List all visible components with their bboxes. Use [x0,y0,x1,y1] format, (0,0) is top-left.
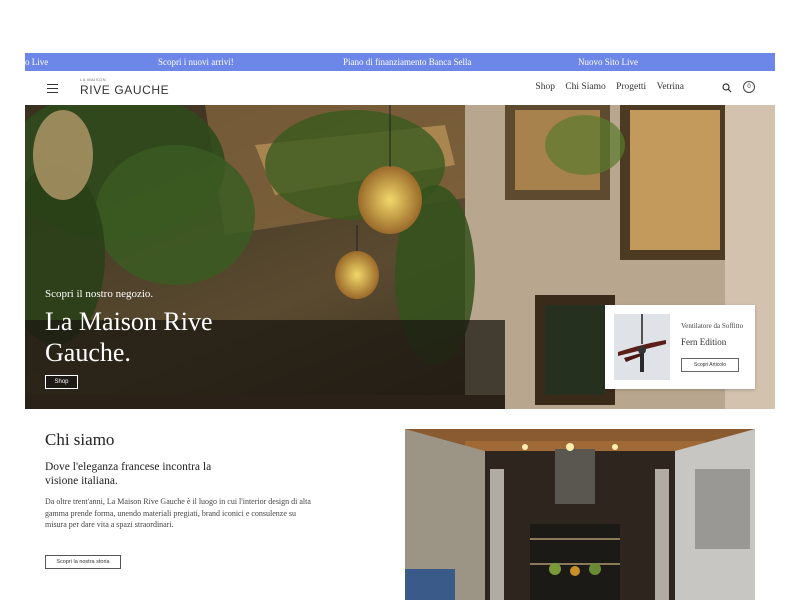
product-card[interactable]: Ventilatore da Soffitto Fern Edition Sco… [605,305,755,389]
main-nav: Shop Chi Siamo Progetti Vetrina [527,82,684,92]
nav-item-shop[interactable]: Shop [535,82,555,92]
announcement-bar: o Live Scopri i nuovi arrivi! Piano di f… [25,53,775,71]
nav-item-progetti[interactable]: Progetti [616,82,646,92]
nav-item-vetrina[interactable]: Vetrina [657,82,684,92]
ceiling-fan-icon [614,314,670,380]
search-icon[interactable] [722,83,732,93]
hero-banner: Scopri il nostro negozio. La Maison Rive… [25,105,775,409]
product-name: Ventilatore da Soffitto [681,322,744,330]
nav-item-chi-siamo[interactable]: Chi Siamo [565,82,605,92]
logo-wordmark: RIVE GAUCHE [80,83,170,97]
site-header: LA MAISON RIVE GAUCHE Shop Chi Siamo Pro… [25,71,775,105]
logo-tagline: LA MAISON [80,77,107,82]
hero-title: La Maison Rive Gauche. [45,307,213,367]
page-frame: o Live Scopri i nuovi arrivi! Piano di f… [25,53,775,600]
hero-subtitle: Scopri il nostro negozio. [45,288,154,300]
store-interior-image [405,429,755,600]
about-story-button[interactable]: Scopri la nostra storia [45,555,121,569]
product-image[interactable] [614,314,670,380]
cart-icon[interactable]: 0 [743,81,755,93]
announcement-item[interactable]: Scopri i nuovi arrivi! [158,57,234,67]
about-lead: Dove l'eleganza francese incontra la vis… [45,461,212,487]
menu-icon[interactable] [47,84,58,93]
about-body: Da oltre trent'anni, La Maison Rive Gauc… [45,497,311,529]
announcement-item[interactable]: o Live [25,57,48,67]
about-title: Chi siamo [45,430,115,449]
announcement-item[interactable]: Nuovo Sito Live [578,57,638,67]
hero-shop-button[interactable]: Shop [45,375,78,389]
product-edition: Fern Edition [681,337,727,347]
announcement-item[interactable]: Piano di finanziamento Banca Sella [343,57,471,67]
product-view-button[interactable]: Scopri Articolo [681,358,739,372]
site-logo[interactable]: LA MAISON RIVE GAUCHE [80,76,169,100]
